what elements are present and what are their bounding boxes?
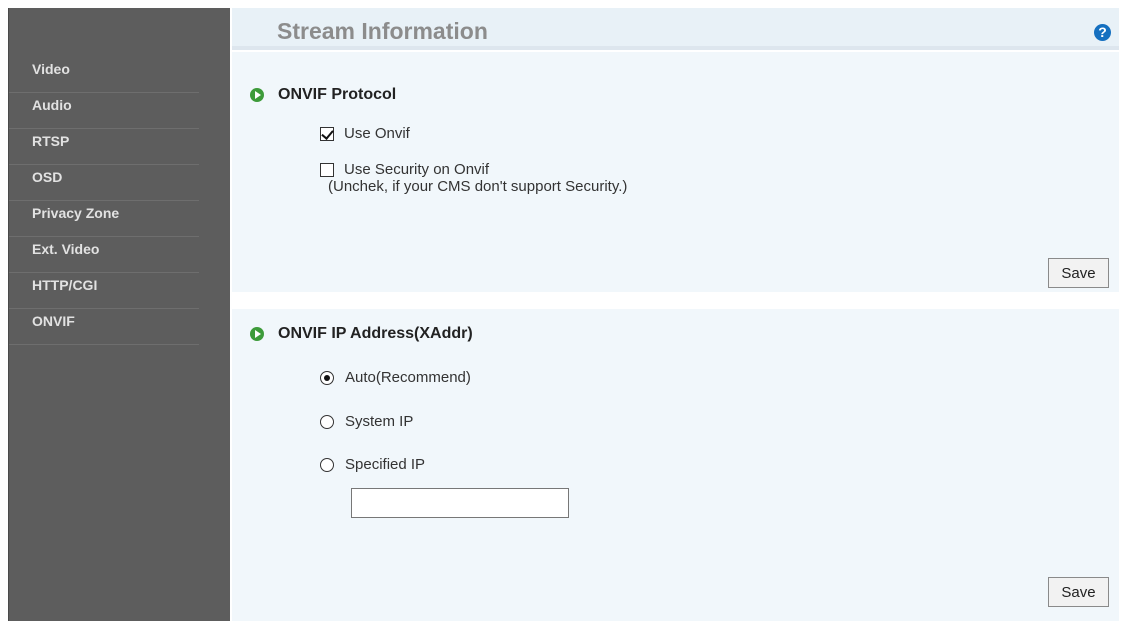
use-security-checkbox[interactable] — [320, 162, 334, 177]
use-security-option[interactable]: Use Security on Onvif — [320, 161, 489, 178]
play-bullet-icon — [250, 327, 264, 341]
main-content: Stream Information ? ONVIF Protocol Use … — [232, 0, 1131, 621]
sidebar-item-label: Privacy Zone — [32, 204, 120, 221]
sidebar-item-onvif[interactable]: ONVIF — [9, 309, 199, 345]
specified-ip-label: Specified IP — [345, 456, 426, 473]
sidebar-item-ext-video[interactable]: Ext. Video — [9, 237, 199, 273]
use-onvif-checkbox[interactable] — [320, 126, 334, 141]
sidebar: Video Audio RTSP OSD Privacy Zone Ext. V… — [8, 8, 230, 621]
section-header: ONVIF IP Address(XAddr) — [250, 325, 473, 343]
section-title: ONVIF Protocol — [278, 86, 397, 103]
sidebar-item-osd[interactable]: OSD — [9, 165, 199, 201]
auto-recommend-option[interactable]: Auto(Recommend) — [320, 369, 471, 386]
play-bullet-icon — [250, 88, 264, 102]
onvif-protocol-section: ONVIF Protocol Use Onvif Use Security on… — [232, 52, 1119, 292]
section-title: ONVIF IP Address(XAddr) — [278, 325, 473, 342]
sidebar-item-label: Ext. Video — [32, 240, 100, 257]
auto-recommend-radio[interactable] — [320, 370, 334, 385]
help-icon[interactable]: ? — [1094, 24, 1111, 41]
sidebar-item-rtsp[interactable]: RTSP — [9, 129, 199, 165]
title-bar: Stream Information ? — [232, 8, 1119, 50]
sidebar-item-label: RTSP — [32, 132, 70, 149]
system-ip-label: System IP — [345, 413, 414, 430]
sidebar-item-privacy-zone[interactable]: Privacy Zone — [9, 201, 199, 237]
sidebar-item-label: Video — [32, 60, 70, 77]
system-ip-radio[interactable] — [320, 414, 334, 429]
page: Video Audio RTSP OSD Privacy Zone Ext. V… — [0, 0, 1131, 621]
specified-ip-option[interactable]: Specified IP — [320, 456, 425, 473]
specified-ip-input[interactable] — [351, 488, 569, 518]
section-header: ONVIF Protocol — [250, 86, 396, 104]
sidebar-item-label: OSD — [32, 168, 63, 185]
onvif-ip-section: ONVIF IP Address(XAddr) Auto(Recommend) … — [232, 309, 1119, 621]
security-note: (Unchek, if your CMS don't support Secur… — [328, 178, 628, 195]
system-ip-option[interactable]: System IP — [320, 413, 413, 430]
auto-recommend-label: Auto(Recommend) — [345, 369, 471, 386]
sidebar-item-video[interactable]: Video — [9, 57, 199, 93]
page-title: Stream Information — [277, 18, 488, 44]
sidebar-item-label: ONVIF — [32, 312, 75, 329]
sidebar-item-audio[interactable]: Audio — [9, 93, 199, 129]
use-onvif-option[interactable]: Use Onvif — [320, 125, 410, 142]
sidebar-item-http-cgi[interactable]: HTTP/CGI — [9, 273, 199, 309]
sidebar-nav: Video Audio RTSP OSD Privacy Zone Ext. V… — [9, 57, 199, 345]
use-onvif-label: Use Onvif — [344, 125, 410, 142]
sidebar-item-label: HTTP/CGI — [32, 276, 98, 293]
sidebar-item-label: Audio — [32, 96, 72, 113]
save-button[interactable]: Save — [1048, 258, 1109, 288]
save-button[interactable]: Save — [1048, 577, 1109, 607]
use-security-label: Use Security on Onvif — [344, 161, 490, 178]
specified-ip-radio[interactable] — [320, 457, 334, 472]
